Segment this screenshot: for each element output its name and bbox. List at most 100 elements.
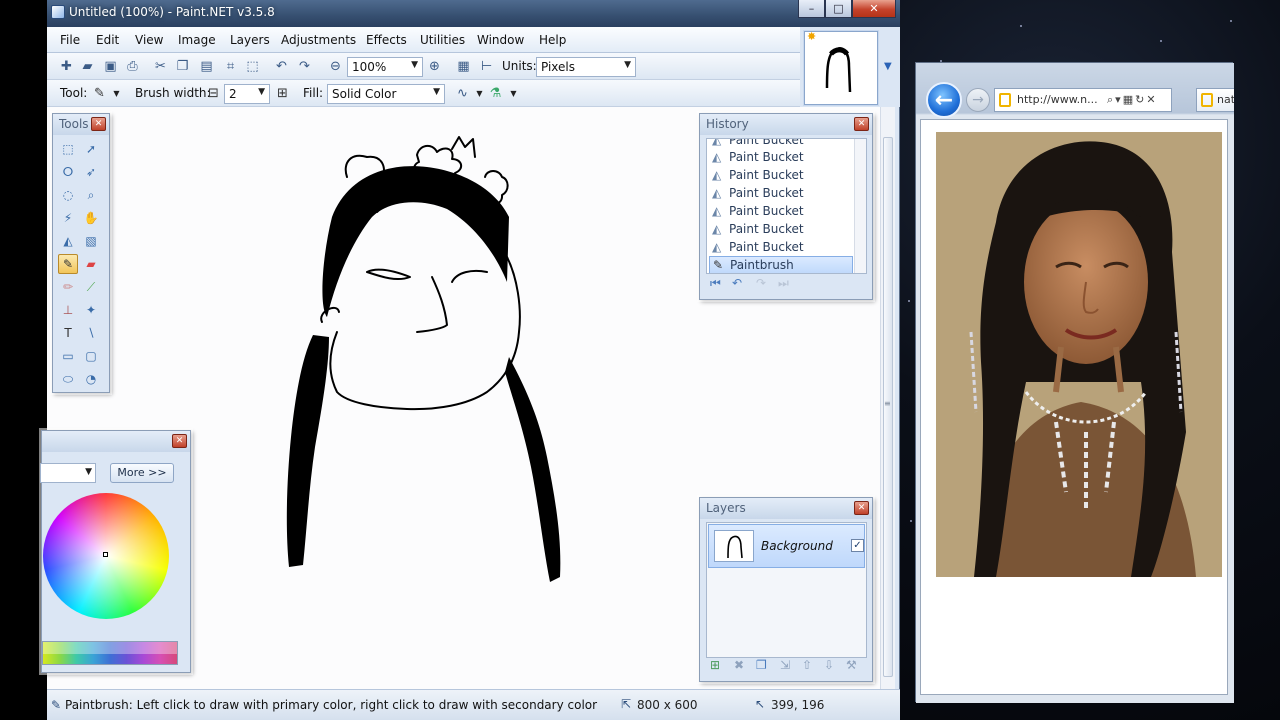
paint-bucket-icon[interactable]: ◭ [58,231,78,251]
paintbrush-tool-icon[interactable]: ✎ [58,254,78,274]
history-item[interactable]: ◭ Paint Bucket [709,203,853,221]
close-icon[interactable]: ✕ [172,434,187,448]
layer-visibility-checkbox[interactable]: ✓ [851,539,864,552]
lasso-select-icon[interactable]: ⵔ [58,162,78,182]
brush-width-combo[interactable]: 2 ▼ [224,84,270,104]
text-icon[interactable]: T [58,323,78,343]
rewind-icon[interactable]: ⏮ [710,276,721,291]
copy-icon[interactable]: ❐ [175,59,190,74]
menu-help[interactable]: Help [539,33,566,47]
ellipse-icon[interactable]: ⬭ [58,369,78,389]
close-icon[interactable]: ✕ [91,117,106,131]
rounded-rectangle-icon[interactable]: ▢ [81,346,101,366]
menu-utilities[interactable]: Utilities [420,33,465,47]
zoom-combo[interactable]: 100% ▼ [347,57,423,77]
browser-tab[interactable]: nat [1196,88,1234,112]
zoom-out-icon[interactable]: ⊖ [328,59,343,74]
history-item[interactable]: ◭ Paint Bucket [709,167,853,185]
print-icon[interactable]: ⎙ [125,59,140,74]
chevron-down-icon[interactable]: ▼ [472,86,487,101]
layer-row[interactable]: Background ✓ [708,524,865,568]
eraser-icon[interactable]: ▰ [81,254,101,274]
gradient-icon[interactable]: ▧ [81,231,101,251]
open-folder-icon[interactable]: ▰ [80,59,95,74]
maximize-button[interactable]: □ [825,0,852,18]
menu-effects[interactable]: Effects [366,33,407,47]
menu-view[interactable]: View [135,33,163,47]
color-wheel-cursor[interactable] [103,552,108,557]
image-thumbnail[interactable]: ✸ [804,30,878,105]
scroll-thumbnail-icon[interactable]: ▼ [884,61,892,72]
close-button[interactable]: ✕ [852,0,896,18]
compatibility-icon[interactable]: ▦ [1123,93,1135,106]
chevron-down-icon[interactable]: ▼ [506,86,521,101]
redo-icon[interactable]: ↷ [297,59,312,74]
pencil-icon[interactable]: ✏ [58,277,78,297]
paste-icon[interactable]: ▤ [199,59,214,74]
chevron-down-icon[interactable]: ▾ [1115,93,1123,106]
history-panel-title[interactable]: History ✕ [700,114,872,135]
color-mode-combo[interactable]: ▼ [40,463,96,483]
layer-properties-icon[interactable]: ⚒ [846,658,857,672]
merge-layer-icon[interactable]: ⇲ [780,658,790,672]
deselect-icon[interactable]: ⬚ [245,59,260,74]
antialias-icon[interactable]: ∿ [455,86,470,101]
refresh-icon[interactable]: ↻ [1135,93,1146,106]
history-item[interactable]: ◭ Paint Bucket [709,149,853,167]
add-layer-icon[interactable]: ⊞ [710,658,720,672]
history-item[interactable]: ◭ Paint Bucket [709,185,853,203]
colors-panel-title[interactable]: ✕ [42,431,190,452]
move-selection-icon[interactable]: ➶ [81,162,101,182]
units-combo[interactable]: Pixels ▼ [536,57,636,77]
tools-panel-title[interactable]: Tools ✕ [53,114,109,135]
clone-stamp-icon[interactable]: ⊥ [58,300,78,320]
canvas-vertical-scrollbar[interactable]: ≡ [880,107,895,689]
address-bar[interactable]: http://www.n... ⌕▾▦↻✕ [994,88,1172,112]
forward-button[interactable]: → [966,88,990,112]
search-icon[interactable]: ⌕ [1107,93,1115,106]
blend-mode-icon[interactable]: ⚗ [488,86,503,101]
history-item[interactable]: ◭ Paint Bucket [709,239,853,257]
decrease-icon[interactable]: ⊟ [206,86,221,101]
move-layer-up-icon[interactable]: ⇧ [802,658,812,672]
more-colors-button[interactable]: More >> [110,463,174,483]
crop-icon[interactable]: ⌗ [223,59,238,74]
fast-forward-icon[interactable]: ⏭ [778,276,789,291]
back-button[interactable]: ← [926,82,962,118]
rectangle-icon[interactable]: ▭ [58,346,78,366]
menu-adjustments[interactable]: Adjustments [281,33,356,47]
menu-layers[interactable]: Layers [230,33,270,47]
paintbrush-icon[interactable]: ✎ [92,86,107,101]
ruler-icon[interactable]: ⊢ [479,59,494,74]
line-curve-icon[interactable]: ∖ [81,323,101,343]
undo-icon[interactable]: ↶ [274,59,289,74]
menu-edit[interactable]: Edit [96,33,119,47]
zoom-icon[interactable]: ⌕ [81,185,101,205]
color-palette[interactable] [42,641,178,665]
close-icon[interactable]: ✕ [854,117,869,131]
menu-file[interactable]: File [60,33,80,47]
cut-icon[interactable]: ✂ [153,59,168,74]
increase-icon[interactable]: ⊞ [275,86,290,101]
freeform-shape-icon[interactable]: ◔ [81,369,101,389]
redo-icon[interactable]: ↷ [756,276,766,290]
minimize-button[interactable]: – [798,0,825,18]
zoom-in-icon[interactable]: ⊕ [427,59,442,74]
new-file-icon[interactable]: ✚ [59,59,74,74]
layers-panel-title[interactable]: Layers ✕ [700,498,872,519]
chevron-down-icon[interactable]: ▼ [109,86,124,101]
history-scrollbar[interactable] [854,139,866,273]
move-selected-pixels-icon[interactable]: ➚ [81,139,101,159]
pan-hand-icon[interactable]: ✋ [81,208,101,228]
recolor-icon[interactable]: ✦ [81,300,101,320]
delete-layer-icon[interactable]: ✖ [734,658,744,672]
ellipse-select-icon[interactable]: ◌ [58,185,78,205]
grid-icon[interactable]: ▦ [456,59,471,74]
undo-icon[interactable]: ↶ [732,276,742,290]
move-layer-down-icon[interactable]: ⇩ [824,658,834,672]
fill-combo[interactable]: Solid Color ▼ [327,84,445,104]
window-titlebar[interactable]: Untitled (100%) - Paint.NET v3.5.8 – □ ✕ [47,0,900,27]
reference-photo[interactable] [936,132,1222,577]
save-icon[interactable]: ▣ [103,59,118,74]
color-picker-icon[interactable]: ⟋ [81,277,101,297]
